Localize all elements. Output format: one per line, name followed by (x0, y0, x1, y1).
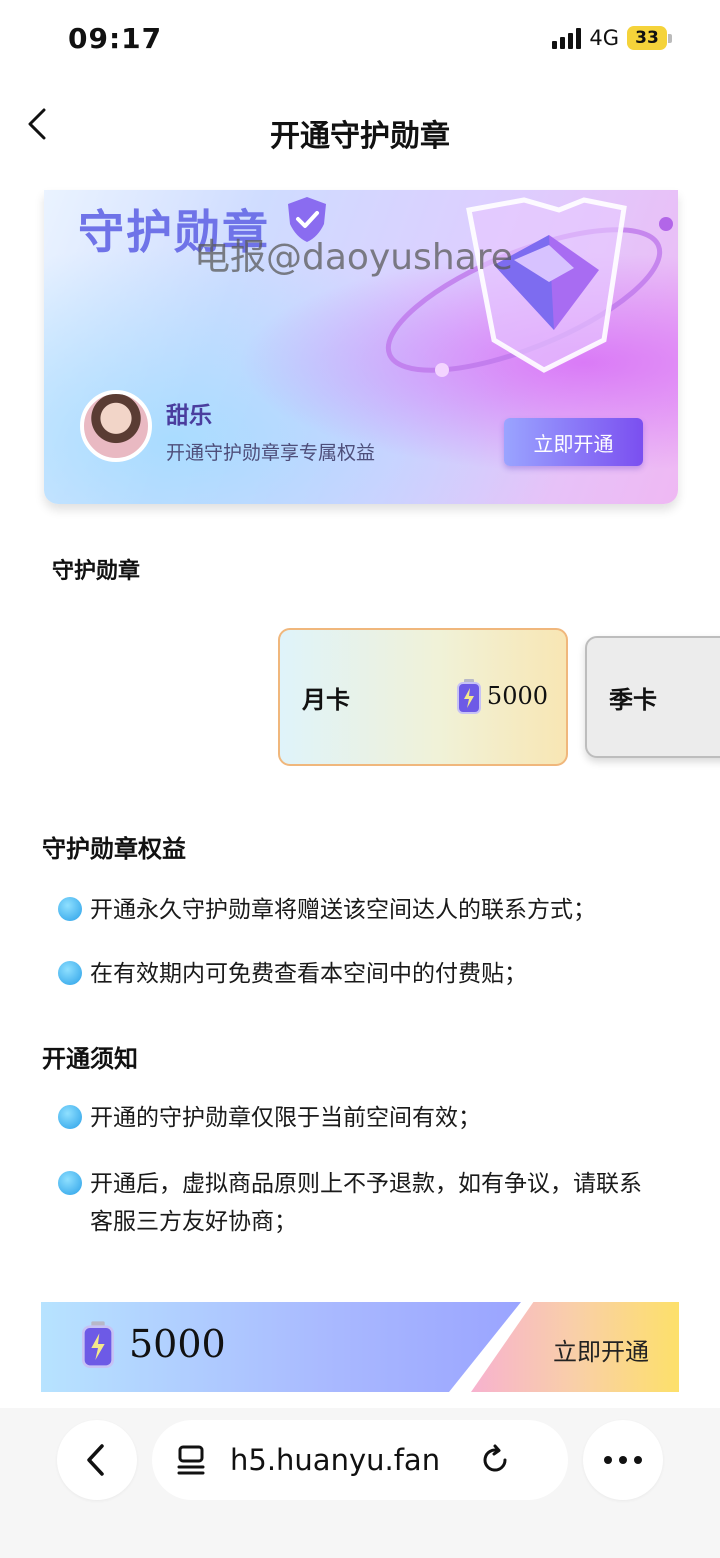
section-label: 守护勋章 (52, 559, 141, 584)
list-item: 开通的守护勋章仅限于当前空间有效； (58, 1099, 678, 1137)
pay-bar: 5000 立即开通 (41, 1302, 679, 1392)
pay-amount-value: 5000 (129, 1322, 226, 1366)
notice-title: 开通须知 (42, 1045, 138, 1073)
watermark: 电报@daoyushare (194, 237, 513, 278)
bullet-dot-icon (58, 897, 82, 921)
more-dots-icon (604, 1456, 642, 1464)
battery-coin-icon (456, 679, 481, 714)
plan-price-value: 5000 (486, 682, 548, 710)
reload-icon[interactable] (478, 1443, 512, 1477)
list-item: 在有效期内可免费查看本空间中的付费贴； (58, 955, 678, 993)
plan-card-season[interactable]: 季卡 (585, 636, 720, 758)
network-type: 4G (589, 26, 619, 50)
url-bar[interactable]: h5.huanyu.fan (152, 1420, 568, 1500)
list-item: 开通永久守护勋章将赠送该空间达人的联系方式； (58, 891, 678, 929)
battery-level: 33 (627, 26, 667, 50)
bullet-dot-icon (58, 1171, 82, 1195)
list-item: 开通后，虚拟商品原则上不予退款，如有争议，请联系客服三方友好协商； (58, 1165, 658, 1241)
chevron-left-icon (87, 1444, 104, 1476)
url-text: h5.huanyu.fan (230, 1443, 441, 1477)
status-time: 09:17 (68, 22, 163, 55)
gem-illustration-icon (385, 197, 673, 377)
pay-amount: 5000 (79, 1320, 226, 1368)
page-title: 开通守护勋章 (270, 119, 450, 154)
bullet-dot-icon (58, 1105, 82, 1129)
user-name: 甜乐 (166, 403, 212, 429)
battery-icon: 33 (627, 26, 672, 50)
bullet-dot-icon (58, 961, 82, 985)
browser-back-button[interactable] (57, 1420, 137, 1500)
tabs-list-icon (177, 1445, 205, 1475)
open-medal-button[interactable]: 立即开通 (504, 418, 643, 466)
status-indicators: 4G 33 (552, 26, 672, 50)
avatar (80, 390, 152, 462)
plan-card-month[interactable]: 月卡 5000 (278, 628, 568, 766)
more-options-button[interactable] (583, 1420, 663, 1500)
medal-banner: 守护勋章 电报@daoyushare 甜乐 开通守护勋章享专属权益 立即开通 (44, 190, 678, 504)
user-description: 开通守护勋章享专属权益 (166, 442, 376, 464)
benefits-title: 守护勋章权益 (42, 835, 186, 863)
plan-price: 5000 (455, 678, 548, 714)
plan-name: 季卡 (609, 685, 657, 714)
pay-open-button[interactable]: 立即开通 (553, 1332, 649, 1367)
battery-coin-icon (82, 1321, 114, 1368)
signal-icon (552, 27, 582, 49)
plan-name: 月卡 (302, 685, 350, 714)
